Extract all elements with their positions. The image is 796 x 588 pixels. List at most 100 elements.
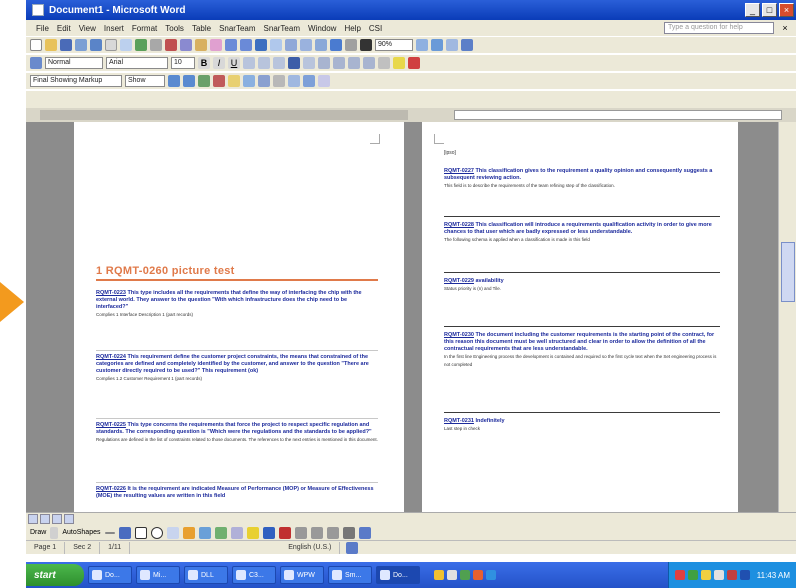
document-area[interactable]: 1 RQMT-0260 picture test RQMT-0223 This … [26, 122, 778, 512]
paste-icon[interactable] [195, 39, 207, 51]
line-spacing-icon[interactable] [303, 57, 315, 69]
review-extra-icon-3[interactable] [303, 75, 315, 87]
menu-csi[interactable]: CSI [365, 24, 386, 33]
save-icon[interactable] [60, 39, 72, 51]
next-change-icon[interactable] [183, 75, 195, 87]
menu-window[interactable]: Window [304, 24, 340, 33]
shadow-icon[interactable] [342, 526, 355, 539]
taskbar-item[interactable]: Mi... [136, 566, 180, 584]
autoshapes-menu[interactable]: AutoShapes [62, 529, 100, 536]
select-objects-icon[interactable] [50, 526, 59, 539]
styles-pane-icon[interactable] [30, 57, 42, 69]
font-size-select[interactable]: 10 [171, 57, 195, 69]
align-right-icon[interactable] [273, 57, 285, 69]
permission-icon[interactable] [75, 39, 87, 51]
hyperlink-icon[interactable] [255, 39, 267, 51]
drawing-icon[interactable] [330, 39, 342, 51]
spelling-icon[interactable] [135, 39, 147, 51]
draw-menu[interactable]: Draw [30, 529, 46, 536]
document-close-icon[interactable]: × [774, 23, 796, 33]
cut-icon[interactable] [165, 39, 177, 51]
outline-view-icon[interactable] [64, 514, 74, 524]
horizontal-ruler[interactable] [26, 108, 796, 122]
zoom-select[interactable]: 90% [375, 39, 413, 51]
taskbar-item[interactable]: WPW [280, 566, 324, 584]
normal-view-icon[interactable] [28, 514, 38, 524]
line-color-icon[interactable] [262, 526, 275, 539]
style-select[interactable]: Normal [45, 57, 103, 69]
minimize-button[interactable]: _ [745, 3, 760, 17]
picture-icon[interactable] [230, 526, 243, 539]
review-extra-icon[interactable] [273, 75, 285, 87]
menu-tools[interactable]: Tools [161, 24, 188, 33]
start-button[interactable]: start [26, 564, 84, 586]
quicklaunch-icon[interactable] [447, 570, 457, 580]
taskbar-item[interactable]: Do... [88, 566, 132, 584]
highlight-icon[interactable] [393, 57, 405, 69]
tray-icon[interactable] [713, 570, 724, 580]
arrow-style-icon[interactable] [326, 526, 339, 539]
columns-icon[interactable] [315, 39, 327, 51]
justify-icon[interactable] [288, 57, 300, 69]
help-search-input[interactable]: Type a question for help [664, 22, 774, 34]
left-page[interactable]: 1 RQMT-0260 picture test RQMT-0223 This … [74, 122, 404, 512]
open-folder-icon[interactable] [45, 39, 57, 51]
tray-icon[interactable] [700, 570, 711, 580]
previous-change-icon[interactable] [168, 75, 180, 87]
textbox-icon[interactable] [166, 526, 179, 539]
spelling-status-icon[interactable] [346, 541, 359, 554]
menu-snarteam-2[interactable]: SnarTeam [260, 24, 304, 33]
align-center-icon[interactable] [258, 57, 270, 69]
menu-insert[interactable]: Insert [100, 24, 128, 33]
markup-view-select[interactable]: Final Showing Markup [30, 75, 122, 87]
quicklaunch-icon[interactable] [486, 570, 496, 580]
menu-snarteam-1[interactable]: SnarTeam [215, 24, 259, 33]
3d-icon[interactable] [358, 526, 371, 539]
new-document-icon[interactable] [30, 39, 42, 51]
horizontal-scrollbar[interactable] [26, 512, 796, 525]
print-layout-icon[interactable] [52, 514, 62, 524]
toolbar-extra-icon-2[interactable] [461, 39, 473, 51]
reviewing-pane-icon[interactable] [258, 75, 270, 87]
accept-change-icon[interactable] [198, 75, 210, 87]
clipart-icon[interactable] [214, 526, 227, 539]
decrease-indent-icon[interactable] [348, 57, 360, 69]
menu-view[interactable]: View [75, 24, 100, 33]
underline-icon[interactable]: U [228, 57, 240, 69]
undo-icon[interactable] [225, 39, 237, 51]
tray-icon[interactable] [739, 570, 750, 580]
menu-edit[interactable]: Edit [53, 24, 75, 33]
taskbar-item[interactable]: DLL [184, 566, 228, 584]
diagram-icon[interactable] [198, 526, 211, 539]
tables-borders-icon[interactable] [270, 39, 282, 51]
wordart-icon[interactable] [182, 526, 195, 539]
increase-indent-icon[interactable] [363, 57, 375, 69]
show-select[interactable]: Show [125, 75, 165, 87]
taskbar-item[interactable]: Sm... [328, 566, 372, 584]
toolbar-extra-icon[interactable] [446, 39, 458, 51]
taskbar-item-active[interactable]: Do... [376, 566, 420, 584]
maximize-button[interactable]: □ [762, 3, 777, 17]
line-style-icon[interactable] [294, 526, 307, 539]
numbering-icon[interactable] [318, 57, 330, 69]
research-icon[interactable] [150, 39, 162, 51]
arrow-icon[interactable] [118, 526, 131, 539]
right-page[interactable]: [ipso] RQMT-0227 This classification giv… [422, 122, 738, 512]
line-icon[interactable] [104, 531, 115, 534]
copy-icon[interactable] [180, 39, 192, 51]
menu-file[interactable]: File [32, 24, 53, 33]
menu-table[interactable]: Table [188, 24, 215, 33]
align-left-icon[interactable] [243, 57, 255, 69]
email-icon[interactable] [90, 39, 102, 51]
help-icon[interactable] [416, 39, 428, 51]
font-color-icon[interactable] [408, 57, 420, 69]
font-select[interactable]: Arial [106, 57, 168, 69]
taskbar-item[interactable]: C3... [232, 566, 276, 584]
insert-table-icon[interactable] [285, 39, 297, 51]
tray-icon[interactable] [674, 570, 685, 580]
bold-icon[interactable]: B [198, 57, 210, 69]
web-layout-icon[interactable] [40, 514, 50, 524]
review-extra-icon-4[interactable] [318, 75, 330, 87]
print-icon[interactable] [105, 39, 117, 51]
insert-excel-icon[interactable] [300, 39, 312, 51]
